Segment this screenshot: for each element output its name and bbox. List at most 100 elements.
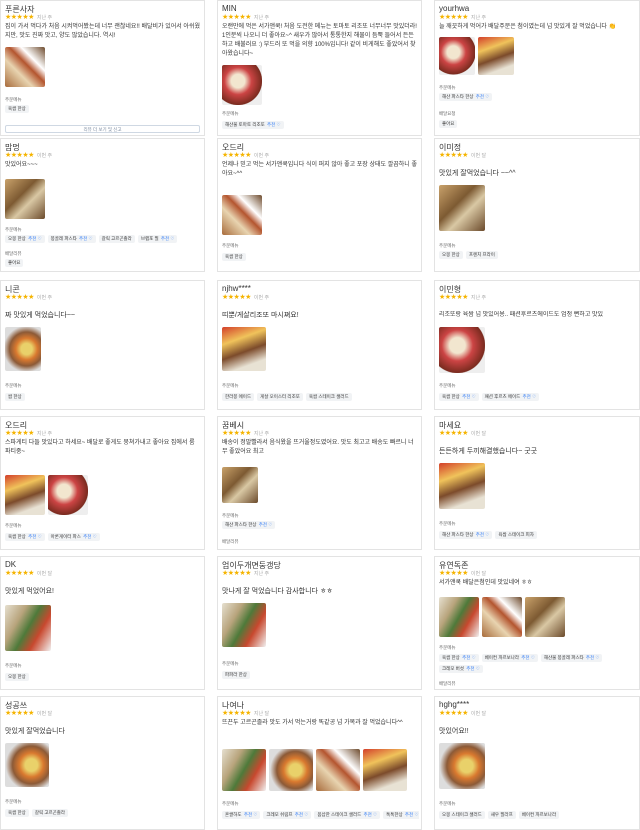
menu-tag: 갈릭 고르곤졸라	[98, 235, 135, 243]
menu-tag: 쌈 한상	[5, 393, 25, 401]
menu-label: 주문메뉴	[222, 801, 239, 806]
menu-tags: 육쌈 한상	[5, 105, 202, 113]
review-photos[interactable]	[439, 597, 565, 637]
food-photo[interactable]	[222, 195, 262, 235]
food-photo[interactable]	[222, 749, 266, 791]
menu-tag: 오몽 스테이크 샐러드	[439, 811, 485, 819]
review-photos[interactable]	[222, 603, 266, 647]
rating-stars: ★★★★★ 이번 주	[222, 294, 270, 301]
rating-stars: ★★★★★ 지난 달	[222, 710, 270, 717]
menu-tag: 육쌈 한상	[5, 105, 29, 113]
menu-tag: 오몽 한상 추천 ♡	[5, 235, 45, 243]
review-text: 짜 맛있게 먹었습니다~~	[5, 312, 76, 319]
menu-tags: 한라봉 에이드 게살 오이스터 리조또 육쌈 스테이크 샐러드	[222, 393, 419, 401]
menu-tag: 새우 필라프	[487, 811, 516, 819]
food-photo[interactable]	[222, 467, 258, 503]
review-text: 서가앤쿡 배달은첨인데 맛있네여 ㅎㅎ	[439, 580, 533, 586]
review-card: 푸른사자 ★★★★★ 지난 주 집이 가서 먹다가 처음 시켜먹어봤는데 너무 괜…	[0, 0, 205, 136]
review-card: 유연독존 ★★★★★ 이번 달 서가앤쿡 배달은첨인데 맛있네여 ㅎㅎ 주문메뉴 …	[434, 556, 640, 690]
food-photo[interactable]	[482, 597, 522, 637]
food-photo[interactable]	[5, 47, 45, 87]
food-photo[interactable]	[5, 475, 45, 515]
review-photos[interactable]	[222, 195, 262, 235]
review-text: 배송이 정말빨라서 음식왔을 뜨거울정도였어요. 맛도 최고고 배송도 빠르니 …	[222, 440, 414, 455]
food-photo[interactable]	[269, 749, 313, 791]
review-photos[interactable]	[5, 605, 51, 651]
menu-label: 주문메뉴	[5, 799, 22, 804]
menu-tag: 해산 파스타 한상 추천 ♡	[222, 521, 276, 529]
food-photo[interactable]	[5, 327, 41, 371]
review-photos[interactable]	[5, 47, 45, 87]
review-photos[interactable]	[222, 327, 266, 371]
food-photo[interactable]	[439, 185, 485, 231]
food-photo[interactable]	[478, 37, 514, 75]
review-text: 띠뿐/게살리조또 마시쪄요!	[222, 312, 299, 319]
reviewer-name: DK	[5, 560, 17, 569]
review-text: 맛있게 먹었어요!	[5, 588, 54, 595]
review-photos[interactable]	[439, 37, 514, 75]
menu-label: 주문메뉴	[5, 383, 22, 388]
menu-tag: 아론게이터 파스 추천 ♡	[47, 533, 100, 541]
food-photo[interactable]	[439, 743, 485, 789]
review-photos[interactable]	[222, 749, 407, 791]
food-photo[interactable]	[5, 179, 45, 219]
review-photos[interactable]	[5, 179, 45, 219]
review-text: 늘 깨끗하게 먹어가 배달주문은 첨이였는데 넘 맛있게 잘 먹었습니다 👏	[439, 24, 617, 30]
menu-tags: 쌈 한상	[5, 393, 202, 401]
menu-tags: 해산 파스타 한상 추천 ♡	[222, 521, 419, 529]
review-photos[interactable]	[5, 475, 88, 515]
menu-tag: 파파라 한상	[222, 671, 250, 679]
menu-tags: 해산 파스타 한상 추천 ♡ 육쌈 스테이크 피자	[439, 531, 637, 539]
menu-label: 주문메뉴	[5, 663, 22, 668]
review-photos[interactable]	[439, 463, 485, 509]
food-photo[interactable]	[439, 327, 485, 373]
food-photo[interactable]	[439, 597, 479, 637]
review-text: 언제나 믿고 먹는 서가앤쿡입니다 식이 퍼지 않아 좋고 포장 상태도 깔끔하…	[222, 162, 417, 177]
food-photo[interactable]	[363, 749, 407, 791]
review-date: 지난 주	[36, 431, 53, 437]
food-photo[interactable]	[222, 327, 266, 371]
review-photos[interactable]	[222, 65, 262, 105]
menu-label: 주문메뉴	[222, 661, 239, 666]
rating-stars: ★★★★★ 이번 달	[439, 152, 487, 159]
review-card: yourhwa ★★★★★ 지난 주 늘 깨끗하게 먹어가 배달주문은 첨이였는데…	[434, 0, 640, 136]
menu-tag: 육쌈 한상	[5, 809, 29, 817]
food-photo[interactable]	[48, 475, 88, 515]
menu-tags: 파파라 한상	[222, 671, 419, 679]
review-photos[interactable]	[5, 327, 41, 371]
menu-tags: 육쌈 한상 추천 ♡ 아론게이터 파스 추천 ♡	[5, 533, 202, 541]
food-photo[interactable]	[5, 743, 49, 787]
food-photo[interactable]	[222, 65, 262, 105]
reviewer-name: njhw****	[222, 284, 251, 293]
review-photos[interactable]	[439, 185, 485, 231]
more-button[interactable]: 리뷰 더 보기 및 신고	[5, 125, 200, 133]
food-photo[interactable]	[525, 597, 565, 637]
menu-tag: 육쌈 스테이크 피자	[495, 531, 537, 539]
review-card: 엄이두개면둥갱당 ★★★★★ 지난 주 맛나게 잘 먹었습니다 감사합니다 ㅎㅎ …	[217, 556, 422, 690]
menu-tags: 육쌈 한상	[222, 253, 419, 261]
menu-tags: 육쌈 한상 추천 ♡ 패션 후르츠 에이드 추천 ♡	[439, 393, 637, 401]
food-photo[interactable]	[5, 605, 51, 651]
rating-stars: ★★★★★ 지난 주	[222, 14, 270, 21]
rating-stars: ★★★★★ 이번 주	[5, 294, 53, 301]
food-photo[interactable]	[439, 463, 485, 509]
menu-tag: 브랩포 필 추천 ♡	[137, 235, 178, 243]
review-card: DK ★★★★★ 이번 달 맛있게 먹었어요! 주문메뉴 오몽 한상	[0, 556, 205, 690]
review-photos[interactable]	[439, 743, 485, 789]
review-photos[interactable]	[5, 743, 49, 787]
reviewer-name: yourhwa	[439, 4, 470, 13]
review-card: 성공쓰 ★★★★★ 이번 달 맛있게 잘먹었습니다 주문메뉴 육쌈 한상 갈릭 고…	[0, 696, 205, 830]
delivery-tag: 좋아요	[5, 259, 24, 267]
reviewer-name: hghg****	[439, 700, 470, 709]
review-card: MIN ★★★★★ 지난 주 오랜만에 먹은 서가앤쿡! 처음 도전한 메뉴는 토…	[217, 0, 422, 136]
menu-label: 주문메뉴	[5, 227, 22, 232]
menu-tag: 톡톡한상 추천 ♡	[383, 811, 419, 819]
food-photo[interactable]	[316, 749, 360, 791]
food-photo[interactable]	[222, 603, 266, 647]
delivery-tags: 좋아요	[5, 259, 202, 267]
review-photos[interactable]	[222, 467, 258, 503]
menu-tags: 오몽 한상	[5, 673, 202, 681]
review-photos[interactable]	[439, 327, 485, 373]
review-text: 스파게티 다들 맛있다고 하세요~ 배달로 좋게도 뭉쳐가내고 좋아요 집에서 …	[5, 440, 195, 455]
food-photo[interactable]	[439, 37, 475, 75]
